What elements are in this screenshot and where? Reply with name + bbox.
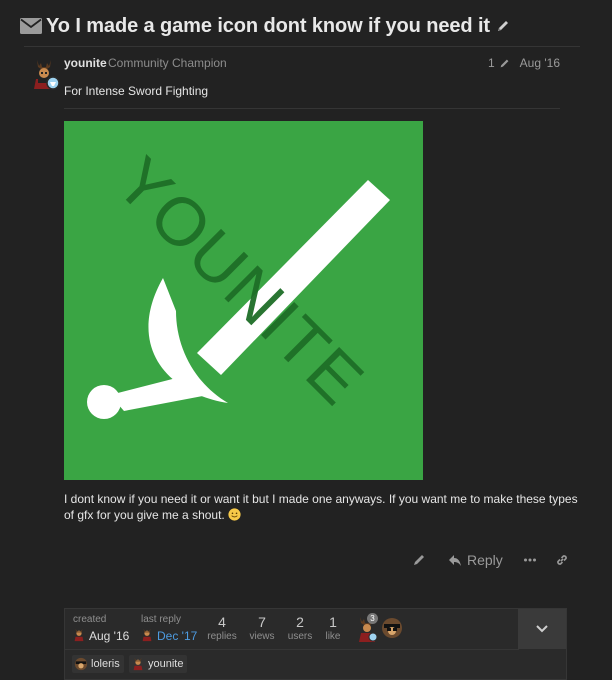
link-icon [556,555,567,565]
post-date[interactable]: Aug '16 [520,56,560,70]
title-divider [24,46,580,47]
user-avatar[interactable] [28,58,60,90]
reply-arrow-icon [449,555,461,566]
sword-artwork: YOUNITE [87,143,390,420]
participant-name: loleris [91,658,120,670]
share-link-button[interactable] [555,553,569,567]
post-body-text: I dont know if you need it or want it bu… [64,492,578,522]
post-actions: Reply [412,548,569,572]
views-stat: 7 views [242,613,282,643]
post-divider [64,108,560,109]
pencil-icon [414,555,424,565]
participant-chip-loleris[interactable]: loleris [72,655,124,673]
reply-button[interactable]: Reply [448,552,503,568]
participant-chip-younite[interactable]: younite [129,655,188,673]
replies-count: 4 [218,614,226,630]
post-username[interactable]: younite [64,56,107,70]
last-reply-avatar[interactable] [140,628,154,642]
views-label: views [249,631,275,642]
post-meta: 1 Aug '16 [488,56,560,70]
last-reply-label: last reply [141,614,182,625]
edit-title-pencil-icon[interactable] [496,19,510,33]
envelope-icon [20,18,42,34]
post-count-badge: 3 [367,613,378,624]
creator-avatar[interactable] [72,628,86,642]
replies-stat: 4 replies [202,613,242,643]
participant-name: younite [148,658,184,670]
sword-grip [110,375,208,411]
loleris-avatar [74,657,88,671]
likes-stat: 1 like [313,613,353,643]
ellipsis-icon [523,558,536,562]
topic-map-stats: created Aug '16 last reply Dec '17 4 rep… [65,609,519,649]
image-watermark: YOUNITE [101,143,378,420]
post-subtitle: For Intense Sword Fighting [64,84,209,98]
likes-count: 1 [329,614,337,630]
views-count: 7 [258,614,266,630]
edit-post-button[interactable] [412,553,426,567]
more-actions-button[interactable] [523,553,537,567]
participant-avatar-loleris[interactable] [381,617,403,639]
likes-label: like [325,631,341,642]
edit-count[interactable]: 1 [488,56,495,70]
reply-label: Reply [467,552,503,568]
user-title: Community Champion [108,56,227,70]
created-label: created [73,614,107,625]
expand-topic-map-button[interactable] [518,609,566,649]
topic-title-row: Yo I made a game icon dont know if you n… [20,12,610,40]
edit-history-pencil-icon[interactable] [499,58,510,69]
post-body: I dont know if you need it or want it bu… [64,491,584,523]
slight-smile-emoji-icon [228,508,241,521]
sword-pommel [87,385,121,419]
last-reply-date[interactable]: Dec '17 [157,629,197,643]
replies-label: replies [207,631,237,642]
topic-title[interactable]: Yo I made a game icon dont know if you n… [46,15,490,38]
topic-map-divider [65,649,519,650]
topic-map: created Aug '16 last reply Dec '17 4 rep… [64,608,567,680]
game-icon-image[interactable]: YOUNITE [64,121,423,480]
younite-avatar [133,657,143,671]
created-date[interactable]: Aug '16 [89,629,129,643]
chevron-down-icon [536,625,548,633]
